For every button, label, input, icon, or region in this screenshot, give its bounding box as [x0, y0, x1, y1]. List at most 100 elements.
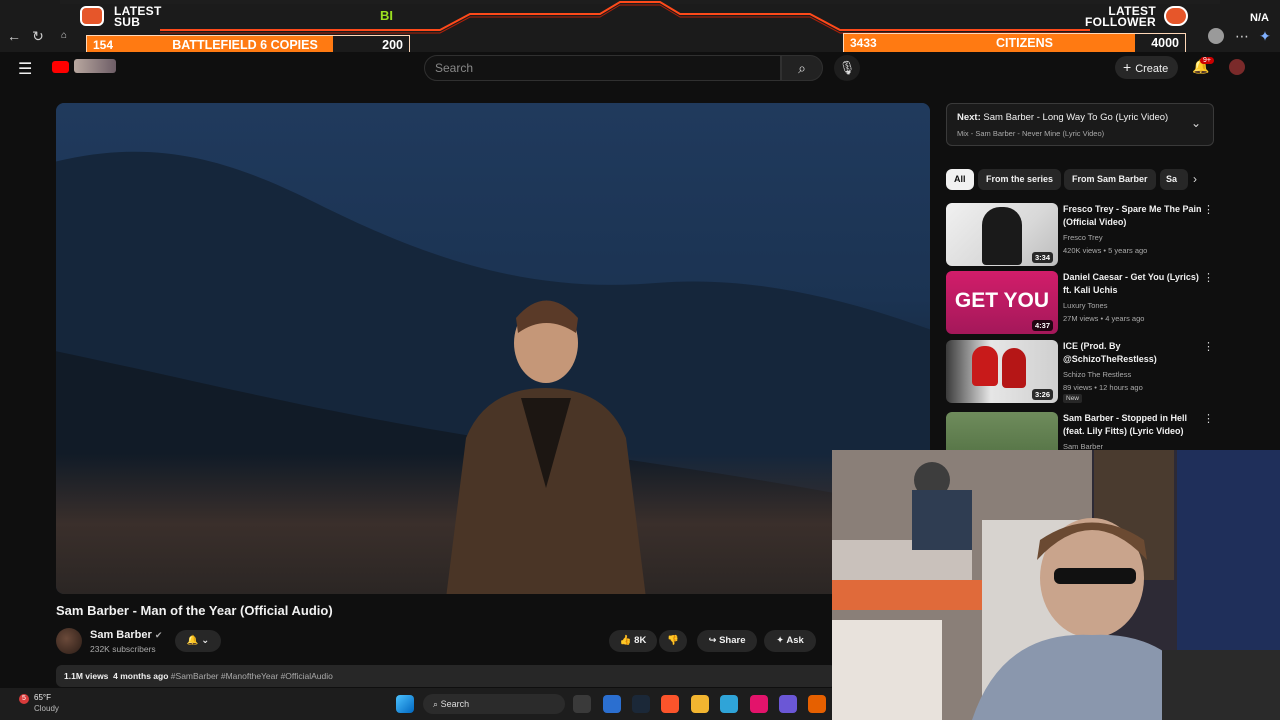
messenger-icon[interactable]	[779, 695, 797, 713]
description-box[interactable]: 1.1M views 4 months ago #SamBarber #Mano…	[56, 665, 836, 687]
chip-truncated[interactable]: Sa	[1160, 169, 1188, 190]
chevron-right-icon[interactable]: ›	[1193, 172, 1197, 186]
rec-title[interactable]: Sam Barber - Stopped in Hell (feat. Lily…	[1063, 412, 1203, 438]
brave-icon[interactable]	[661, 695, 679, 713]
search-input[interactable]: Search	[424, 55, 781, 81]
thumbnail[interactable]: 3:26	[946, 340, 1058, 403]
latest-follower-line2: FOLLOWER	[1084, 15, 1156, 29]
tiktok-icon[interactable]	[750, 695, 768, 713]
doodle-logo[interactable]	[74, 59, 116, 73]
chevron-down-icon[interactable]: ⌄	[1191, 116, 1201, 130]
duration-badge: 4:37	[1031, 320, 1053, 331]
video-title: Sam Barber - Man of the Year (Official A…	[56, 603, 333, 618]
rec-channel[interactable]: Schizo The Restless	[1063, 370, 1131, 379]
new-badge: New	[1063, 394, 1083, 403]
latest-sub-label: LATEST SUB	[114, 5, 162, 28]
chevron-down-icon: ⌄	[201, 635, 210, 646]
weather-badge: 5	[19, 694, 29, 704]
webcam-scene	[832, 450, 1280, 720]
latest-follower-value: N/A	[1250, 12, 1269, 24]
share-label: Share	[719, 635, 746, 646]
upload-age: 4 months ago	[113, 671, 169, 681]
duration-badge: 3:34	[1031, 252, 1053, 263]
like-button[interactable]: 👍 8K	[609, 630, 657, 652]
goal-right-target: 4000	[1135, 34, 1185, 52]
chip-all[interactable]: All	[946, 169, 974, 190]
windows-start-icon[interactable]	[396, 695, 414, 713]
chip-from-sam-barber[interactable]: From Sam Barber	[1064, 169, 1156, 190]
ask-button[interactable]: ✦ Ask	[764, 630, 816, 652]
subscriber-count: 232K subscribers	[90, 644, 156, 654]
thumbnail[interactable]: GET YOU 4:37	[946, 271, 1058, 334]
search-icon: ⌕	[798, 60, 806, 76]
taskbar-search[interactable]: ⌕ Search	[423, 694, 565, 714]
channel-avatar[interactable]	[56, 628, 82, 654]
file-explorer-icon[interactable]	[691, 695, 709, 713]
rec-channel[interactable]: Fresco Trey	[1063, 233, 1103, 242]
microphone-icon: 🎙	[838, 60, 856, 75]
twitch-sub-icon	[80, 6, 104, 26]
goal-right-name: CITIZENS	[996, 36, 1053, 50]
rec-title[interactable]: Fresco Trey - Spare Me The Pain (Officia…	[1063, 203, 1203, 229]
thumbnail-text: GET YOU	[954, 289, 1050, 312]
thumbnail[interactable]	[946, 412, 1058, 450]
account-avatar[interactable]	[1229, 59, 1245, 75]
rec-title[interactable]: Daniel Caesar - Get You (Lyrics) ft. Kal…	[1063, 271, 1203, 297]
taskbar-search-label: Search	[440, 699, 470, 709]
notifications-badge: 9+	[1200, 57, 1214, 64]
ask-label: Ask	[786, 635, 804, 646]
goal-left-current: 154	[93, 38, 114, 52]
hamburger-menu-icon[interactable]: ☰	[18, 59, 32, 79]
up-next-mix[interactable]: Mix - Sam Barber - Never Mine (Lyric Vid…	[957, 129, 1104, 138]
up-next-label: Next:	[957, 112, 981, 123]
thumbnail[interactable]: 3:34	[946, 203, 1058, 266]
more-options-icon[interactable]: ⋮	[1203, 412, 1214, 425]
thumbnail-figure	[982, 207, 1022, 265]
recommendation-item[interactable]: Sam Barber - Stopped in Hell (feat. Lily…	[946, 412, 1216, 450]
rec-meta: 89 views • 12 hours ago	[1063, 383, 1143, 392]
task-view-icon[interactable]	[573, 695, 591, 713]
dislike-button[interactable]: 👎	[659, 630, 687, 652]
latest-follower-label: LATEST FOLLOWER	[1076, 5, 1156, 29]
up-next-box[interactable]: Next: Sam Barber - Long Way To Go (Lyric…	[946, 103, 1214, 146]
rec-channel[interactable]: Sam Barber	[1063, 442, 1103, 450]
rec-meta: 420K views • 5 years ago	[1063, 246, 1148, 255]
voice-search-button[interactable]: 🎙	[834, 55, 860, 81]
youtube-logo-icon[interactable]	[52, 61, 69, 73]
rec-title[interactable]: ICE (Prod. By @SchizoTheRestless)	[1063, 340, 1203, 366]
recommendation-item[interactable]: 3:34 Fresco Trey - Spare Me The Pain (Of…	[946, 203, 1216, 269]
rec-meta: 27M views • 4 years ago	[1063, 314, 1145, 323]
plus-icon: +	[1123, 59, 1132, 75]
share-button[interactable]: ↪ Share	[697, 630, 757, 652]
duration-badge: 3:26	[1031, 389, 1053, 400]
like-count: 8K	[634, 635, 647, 646]
hashtags[interactable]: #SamBarber #ManoftheYear #OfficialAudio	[171, 671, 333, 681]
video-player[interactable]	[56, 103, 930, 594]
thumbnail-figure	[1002, 348, 1026, 388]
bell-icon: 🔔	[186, 635, 199, 646]
channel-name[interactable]: Sam Barber	[90, 629, 152, 641]
more-options-icon[interactable]: ⋮	[1203, 203, 1214, 216]
app-icon-editor[interactable]	[603, 695, 621, 713]
create-button[interactable]: + Create	[1115, 56, 1178, 79]
channel-name-row[interactable]: Sam Barber ✔	[90, 629, 162, 641]
sparkle-icon: ✦	[776, 635, 785, 646]
more-options-icon[interactable]: ⋮	[1203, 340, 1214, 353]
create-label: Create	[1135, 63, 1169, 75]
recommendation-item[interactable]: 3:26 ICE (Prod. By @SchizoTheRestless) S…	[946, 340, 1216, 406]
thumbnail-figure	[972, 346, 998, 386]
more-options-icon[interactable]: ⋮	[1203, 271, 1214, 284]
firefox-icon[interactable]	[808, 695, 826, 713]
chip-from-the-series[interactable]: From the series	[978, 169, 1062, 190]
recommendation-item[interactable]: GET YOU 4:37 Daniel Caesar - Get You (Ly…	[946, 271, 1216, 337]
weather-condition[interactable]: Cloudy	[34, 704, 59, 713]
rec-channel[interactable]: Luxury Tones	[1063, 301, 1107, 310]
subscribe-bell-button[interactable]: 🔔 ⌄	[175, 630, 221, 652]
search-button[interactable]: ⌕	[781, 55, 823, 81]
edge-icon[interactable]	[720, 695, 738, 713]
up-next-title[interactable]: Sam Barber - Long Way To Go (Lyric Video…	[983, 112, 1168, 123]
steam-icon[interactable]	[632, 695, 650, 713]
thumbs-up-icon: 👍	[619, 635, 632, 646]
goal-right-current: 3433	[850, 36, 877, 50]
weather-temperature[interactable]: 65°F	[34, 693, 51, 702]
